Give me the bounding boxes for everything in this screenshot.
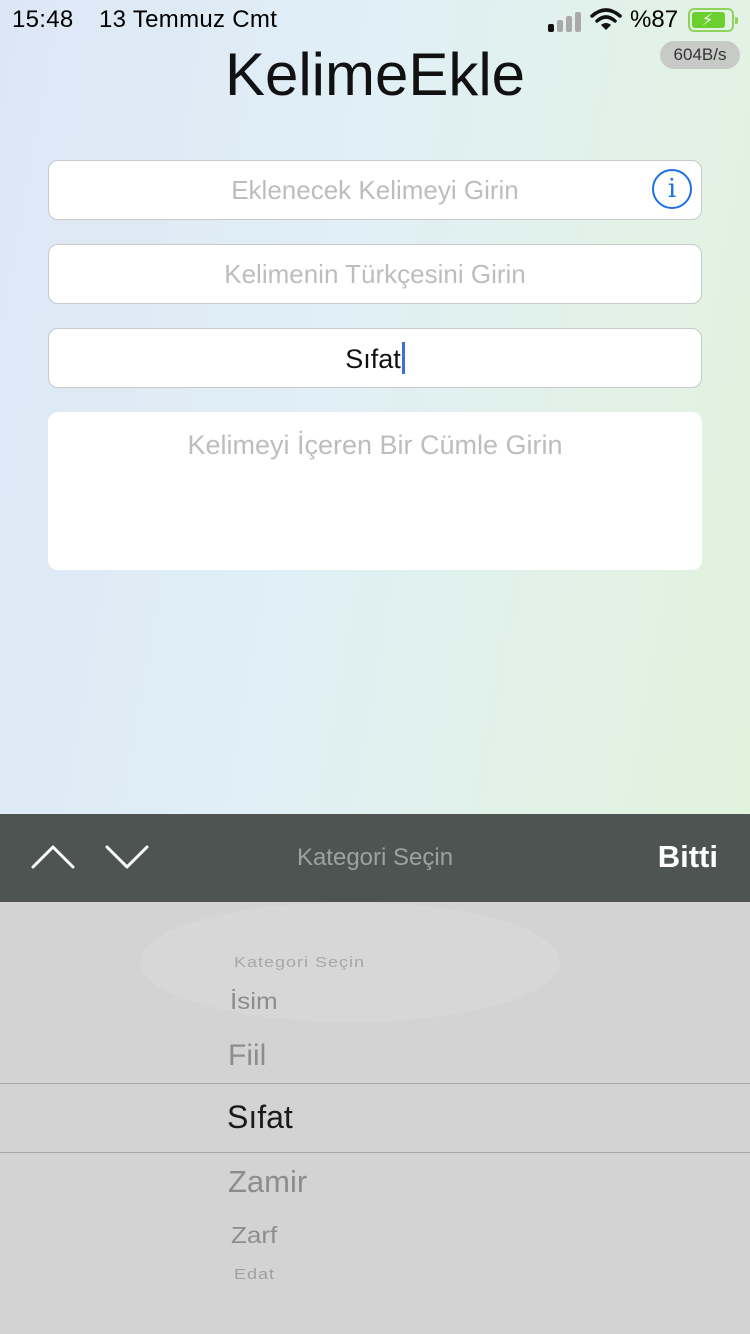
status-time: 15:48	[12, 6, 74, 33]
translation-input-placeholder: Kelimenin Türkçesini Girin	[224, 259, 526, 289]
wifi-icon	[590, 8, 622, 30]
sentence-textarea-placeholder: Kelimeyi İçeren Bir Cümle Girin	[187, 430, 563, 460]
toolbar-title: Kategori Seçin	[296, 844, 454, 871]
info-icon[interactable]: i	[652, 169, 692, 209]
text-caret	[401, 342, 405, 374]
picker-option-selected[interactable]: Sıfat	[227, 1099, 293, 1136]
word-input-placeholder: Eklenecek Kelimeyi Girin	[231, 175, 519, 205]
picker-option[interactable]: İsim	[230, 988, 278, 1016]
picker-option[interactable]: Zarf	[231, 1222, 277, 1250]
status-bar: 15:48 13 Temmuz Cmt %87 ⚡ 604B/s	[0, 0, 750, 69]
picker-selection-top-line	[0, 1083, 750, 1084]
category-picker[interactable]: Kategori Seçin İsim Fiil Sıfat Zamir Zar…	[0, 902, 750, 1334]
category-input-value: Sıfat	[345, 344, 401, 374]
picker-option[interactable]: Edat	[234, 1266, 275, 1283]
picker-selection-bottom-line	[0, 1152, 750, 1153]
cellular-signal-icon	[548, 10, 584, 32]
picker-option[interactable]: Zamir	[228, 1164, 307, 1200]
picker-option[interactable]: Fiil	[228, 1039, 266, 1073]
word-input[interactable]: Eklenecek Kelimeyi Girin i	[48, 160, 702, 220]
category-input[interactable]: Sıfat	[48, 328, 702, 388]
page-title: KelimeEkle	[224, 41, 526, 108]
translation-input[interactable]: Kelimenin Türkçesini Girin	[48, 244, 702, 304]
sentence-textarea[interactable]: Kelimeyi İçeren Bir Cümle Girin	[48, 412, 702, 570]
battery-charging-icon: ⚡	[688, 8, 738, 32]
done-button[interactable]: Bitti	[658, 839, 718, 875]
status-date: 13 Temmuz Cmt	[99, 6, 278, 33]
category-input-value-wrap: Sıfat	[49, 342, 701, 375]
picker-toolbar: Kategori Seçin Bitti	[0, 814, 750, 902]
battery-percentage: %87	[630, 6, 679, 33]
picker-option[interactable]: Kategori Seçin	[234, 954, 365, 971]
